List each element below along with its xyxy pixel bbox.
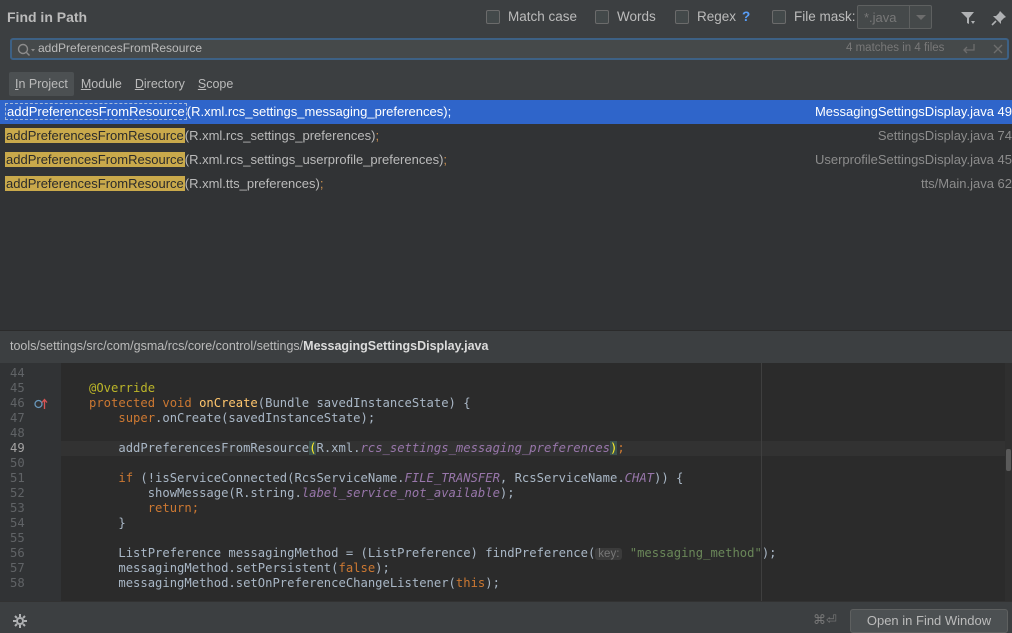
result-row[interactable]: addPreferencesFromResource(R.xml.rcs_set… xyxy=(0,100,1012,124)
dialog-footer: ⌘⏎ Open in Find Window xyxy=(0,601,1012,633)
result-context: (R.xml.rcs_settings_messaging_preference… xyxy=(186,104,448,119)
splitter[interactable] xyxy=(0,330,1012,331)
file-mask-checkbox[interactable] xyxy=(772,9,786,24)
code-line[interactable]: 46 protected void onCreate(Bundle savedIn… xyxy=(0,396,1000,411)
words-checkbox[interactable] xyxy=(595,9,609,24)
dialog-header: Find in Path Match case Words Regex ? Fi… xyxy=(0,0,1012,36)
code-line[interactable]: 52 showMessage(R.string.label_service_no… xyxy=(0,486,1000,501)
new-line-icon[interactable] xyxy=(962,43,976,55)
code-line[interactable]: 54 } xyxy=(0,516,1000,531)
line-number: 53 xyxy=(10,501,25,515)
pin-icon[interactable] xyxy=(991,10,1007,26)
result-context: (R.xml.rcs_settings_userprofile_preferen… xyxy=(184,152,444,167)
code-line[interactable]: 47 super.onCreate(savedInstanceState); xyxy=(0,411,1000,426)
search-history-icon[interactable] xyxy=(16,42,36,58)
regex-option[interactable]: Regex ? xyxy=(675,9,750,24)
words-option[interactable]: Words xyxy=(595,9,656,24)
regex-label: Regex xyxy=(697,9,737,24)
match-case-checkbox[interactable] xyxy=(486,9,500,24)
tab-directory[interactable]: Directory xyxy=(129,72,191,96)
line-number: 58 xyxy=(10,576,25,590)
match-count: 4 matches in 4 files xyxy=(846,42,945,54)
code-line[interactable]: 55 xyxy=(0,531,1000,546)
scope-tabs: In Project Module Directory Scope xyxy=(9,72,240,96)
code-line[interactable]: 50 xyxy=(0,456,1000,471)
line-number: 48 xyxy=(10,426,25,440)
result-row[interactable]: addPreferencesFromResource(R.xml.rcs_set… xyxy=(0,148,1012,172)
code-line[interactable]: 56 ListPreference messagingMethod = (Lis… xyxy=(0,546,1000,561)
file-mask-label: File mask: xyxy=(794,9,856,24)
line-number: 52 xyxy=(10,486,25,500)
line-number: 44 xyxy=(10,366,25,380)
code-text: protected void onCreate(Bundle savedInst… xyxy=(89,396,471,410)
code-line[interactable]: 48 xyxy=(0,426,1000,441)
file-mask-option[interactable]: File mask: xyxy=(772,9,856,24)
search-input[interactable]: addPreferencesFromResource xyxy=(38,41,202,55)
line-number: 57 xyxy=(10,561,25,575)
tab-module[interactable]: Module xyxy=(75,72,128,96)
code-line[interactable]: 44 xyxy=(0,366,1000,381)
code-text: ListPreference messagingMethod = (ListPr… xyxy=(118,546,777,560)
file-mask-placeholder: *.java xyxy=(864,10,897,25)
open-in-find-window-button[interactable]: Open in Find Window xyxy=(850,609,1008,633)
regex-checkbox[interactable] xyxy=(675,9,689,24)
line-number: 45 xyxy=(10,381,25,395)
line-number: 51 xyxy=(10,471,25,485)
code-text: @Override xyxy=(89,381,156,395)
result-file: UserprofileSettingsDisplay.java 45 xyxy=(814,152,1012,167)
file-mask-dropdown[interactable] xyxy=(909,6,931,28)
search-field[interactable]: addPreferencesFromResource 4 matches in … xyxy=(10,38,1009,60)
result-file: MessagingSettingsDisplay.java 49 xyxy=(814,104,1012,119)
code-text: messagingMethod.setOnPreferenceChangeLis… xyxy=(118,576,500,590)
filter-icon[interactable] xyxy=(960,11,976,25)
line-number: 56 xyxy=(10,546,25,560)
code-line[interactable]: 45 @Override xyxy=(0,381,1000,396)
tab-scope[interactable]: Scope xyxy=(192,72,239,96)
result-file: tts/Main.java 62 xyxy=(920,176,1012,191)
file-mask-input[interactable]: *.java xyxy=(857,5,932,29)
code-preview[interactable]: 44 45 @Override 46 protected void onCreate(B… xyxy=(0,363,1012,601)
result-match: addPreferencesFromResource xyxy=(5,103,187,120)
chevron-down-icon xyxy=(916,15,926,20)
match-case-label: Match case xyxy=(508,9,578,24)
code-line[interactable]: 49 addPreferencesFromResource(R.xml.rcs_… xyxy=(0,441,1000,456)
result-context: (R.xml.rcs_settings_preferences) xyxy=(184,128,376,143)
words-label: Words xyxy=(617,9,656,24)
code-text: return; xyxy=(147,501,200,515)
open-shortcut-hint: ⌘⏎ xyxy=(813,612,837,627)
code-text: if (!isServiceConnected(RcsServiceName.F… xyxy=(118,471,684,485)
result-match: addPreferencesFromResource xyxy=(5,176,185,191)
line-number: 50 xyxy=(10,456,25,470)
dialog-title: Find in Path xyxy=(7,9,88,25)
code-text: addPreferencesFromResource(R.xml.rcs_set… xyxy=(118,441,625,455)
match-case-option[interactable]: Match case xyxy=(486,9,577,24)
code-text: showMessage(R.string.label_service_not_a… xyxy=(147,486,515,500)
line-number: 47 xyxy=(10,411,25,425)
code-line[interactable]: 51 if (!isServiceConnected(RcsServiceNam… xyxy=(0,471,1000,486)
line-number: 55 xyxy=(10,531,25,545)
line-number: 54 xyxy=(10,516,25,530)
editor-scroll-thumb[interactable] xyxy=(1006,449,1011,471)
result-row[interactable]: addPreferencesFromResource(R.xml.rcs_set… xyxy=(0,124,1012,148)
result-row[interactable]: addPreferencesFromResource(R.xml.tts_pre… xyxy=(0,172,1012,196)
editor-scrollbar[interactable] xyxy=(1005,363,1012,601)
code-line[interactable]: 53 return; xyxy=(0,501,1000,516)
preview-file-path: tools/settings/src/com/gsma/rcs/core/con… xyxy=(10,339,489,353)
line-number: 46 xyxy=(10,396,25,410)
regex-help-link[interactable]: ? xyxy=(742,9,750,24)
code-text: messagingMethod.setPersistent(false); xyxy=(118,561,390,575)
gear-icon[interactable] xyxy=(12,613,28,629)
line-number: 49 xyxy=(10,441,25,455)
result-match: addPreferencesFromResource xyxy=(5,152,185,167)
code-line[interactable]: 58 messagingMethod.setOnPreferenceChange… xyxy=(0,576,1000,591)
code-line[interactable]: 57 messagingMethod.setPersistent(false); xyxy=(0,561,1000,576)
result-context: (R.xml.tts_preferences) xyxy=(184,176,320,191)
result-file: SettingsDisplay.java 74 xyxy=(877,128,1012,143)
clear-icon[interactable] xyxy=(992,43,1004,55)
code-text: } xyxy=(118,516,126,530)
code-text: super.onCreate(savedInstanceState); xyxy=(118,411,376,425)
results-list: addPreferencesFromResource (R.xml.rcs_set… xyxy=(0,100,1012,330)
result-match: addPreferencesFromResource xyxy=(5,128,185,143)
tab-in-project[interactable]: In Project xyxy=(9,72,74,96)
